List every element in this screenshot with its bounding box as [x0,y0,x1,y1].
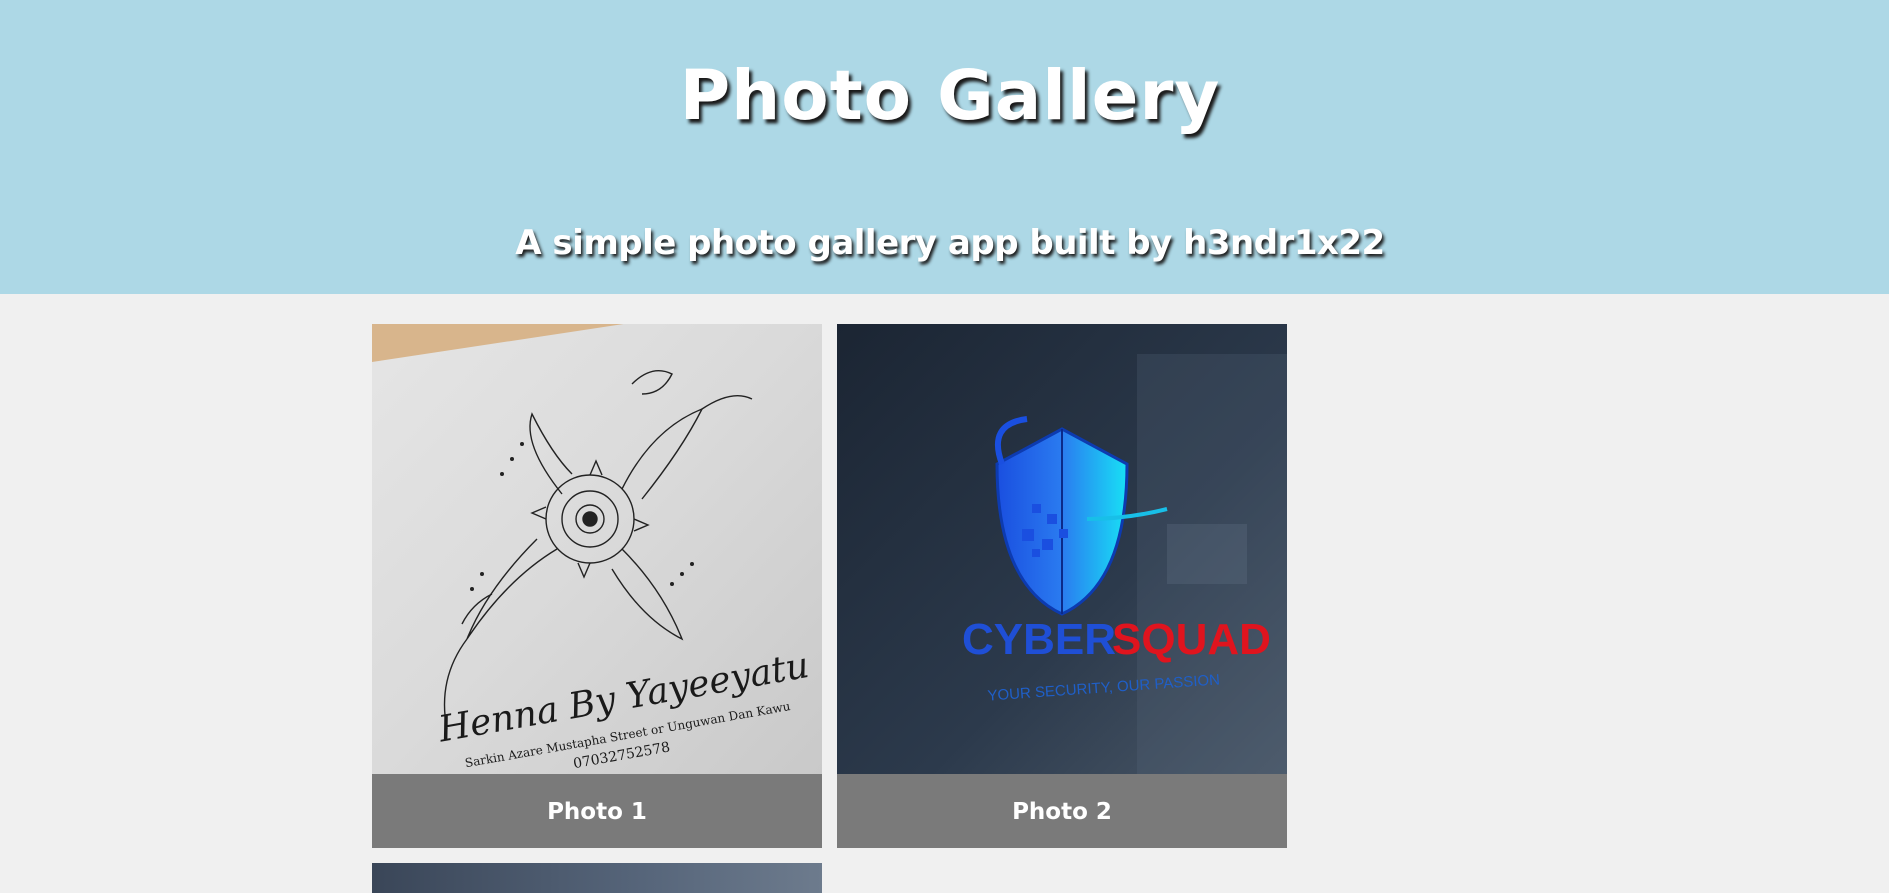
photo-henna-business-card[interactable]: Henna By Yayeeyatu Sarkin Azare Mustapha… [372,324,822,774]
photo-caption: Photo 1 [547,799,647,825]
page-title: Photo Gallery [679,56,1221,136]
photo-3[interactable] [372,863,822,893]
photo-caption: Photo 2 [1012,799,1112,825]
gallery-card-1[interactable]: Henna By Yayeeyatu Sarkin Azare Mustapha… [372,324,822,848]
henna-card-image: Henna By Yayeeyatu Sarkin Azare Mustapha… [372,324,822,774]
page-subtitle: A simple photo gallery app built by h3nd… [515,223,1385,263]
gallery-card-3[interactable] [372,863,822,893]
gallery-card-2[interactable]: CYBER SQUAD YOUR SECURITY, OUR PASSION P… [837,324,1287,848]
photo-cyber-squad-logo[interactable]: CYBER SQUAD YOUR SECURITY, OUR PASSION [837,324,1287,774]
cyber-text: CYBER [962,615,1116,664]
cyber-squad-image: CYBER SQUAD YOUR SECURITY, OUR PASSION [837,324,1287,774]
page-header: Photo Gallery A simple photo gallery app… [0,0,1889,294]
squad-text: SQUAD [1112,615,1271,664]
photo-3-image [372,863,822,893]
